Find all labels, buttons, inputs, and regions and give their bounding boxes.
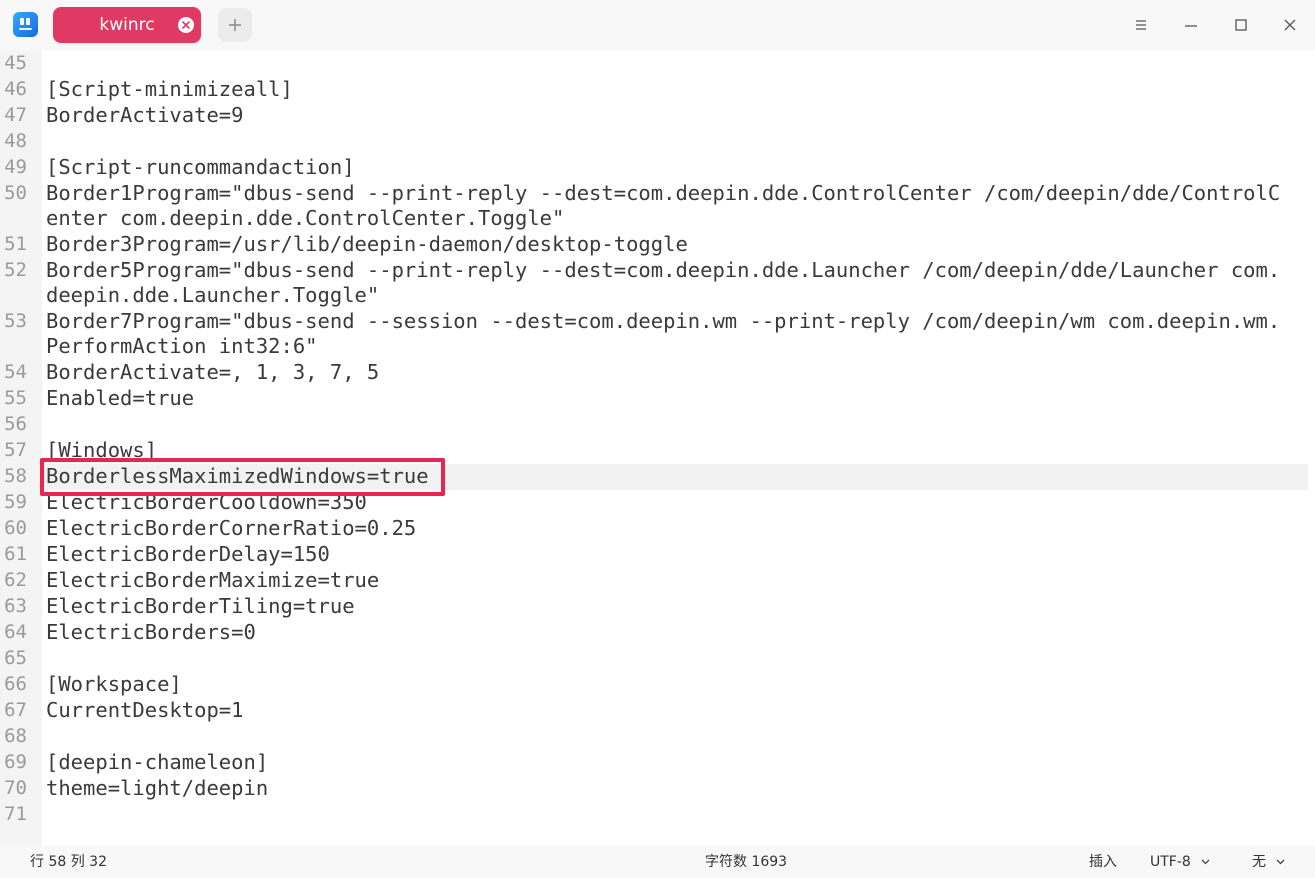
maximize-button[interactable]: [1226, 10, 1256, 40]
code-line[interactable]: Border1Program="dbus-send --print-reply …: [46, 180, 1280, 206]
code-line[interactable]: ElectricBorderDelay=150: [46, 541, 330, 567]
line-number: 54: [4, 361, 27, 383]
close-window-button[interactable]: [1275, 10, 1305, 40]
code-line[interactable]: Border7Program="dbus-send --session --de…: [46, 308, 1280, 334]
code-line[interactable]: Enabled=true: [46, 385, 194, 411]
line-number: 49: [4, 156, 27, 178]
minimize-button[interactable]: [1176, 10, 1206, 40]
encoding-label: UTF-8: [1150, 854, 1191, 870]
code-line[interactable]: ElectricBorderCornerRatio=0.25: [46, 515, 416, 541]
maximize-icon: [1235, 19, 1247, 31]
plus-icon: [229, 19, 241, 31]
text-editor-icon: [13, 12, 38, 37]
line-number: 47: [4, 104, 27, 126]
code-line[interactable]: theme=light/deepin: [46, 775, 268, 801]
line-number: 63: [4, 595, 27, 617]
highlight-mode-label: 无: [1252, 854, 1266, 870]
character-count: 字符数 1693: [705, 854, 788, 870]
new-tab-button[interactable]: [218, 8, 252, 42]
code-line[interactable]: Border5Program="dbus-send --print-reply …: [46, 257, 1280, 283]
code-line[interactable]: ElectricBorders=0: [46, 619, 256, 645]
code-line[interactable]: [deepin-chameleon]: [46, 749, 268, 775]
close-icon: [1284, 19, 1296, 31]
code-line[interactable]: [Workspace]: [46, 671, 182, 697]
highlight-mode-selector[interactable]: 无: [1252, 846, 1285, 878]
line-number: 51: [4, 233, 27, 255]
code-line-wrap[interactable]: PerformAction int32:6": [46, 333, 318, 359]
code-line[interactable]: ElectricBorderTiling=true: [46, 593, 355, 619]
close-circle-icon[interactable]: [178, 17, 194, 33]
line-number: 53: [4, 310, 27, 332]
line-number: 48: [4, 130, 27, 152]
line-number: 50: [4, 182, 27, 204]
annotation-highlight-box: [40, 458, 445, 496]
code-line[interactable]: ElectricBorderMaximize=true: [46, 567, 379, 593]
code-line[interactable]: CurrentDesktop=1: [46, 697, 243, 723]
insert-mode-toggle[interactable]: 插入: [1089, 846, 1117, 878]
code-line[interactable]: BorderActivate=9: [46, 102, 243, 128]
main-menu-button[interactable]: [1126, 10, 1156, 40]
title-bar: kwinrc: [0, 0, 1315, 50]
line-number: 46: [4, 78, 27, 100]
line-number: 56: [4, 413, 27, 435]
chevron-down-icon: [1276, 859, 1285, 865]
cursor-position: 行 58 列 32: [30, 854, 107, 870]
code-line-wrap[interactable]: enter com.deepin.dde.ControlCenter.Toggl…: [46, 205, 564, 231]
code-line-wrap[interactable]: deepin.dde.Launcher.Toggle": [46, 282, 379, 308]
hamburger-menu-icon: [1136, 20, 1146, 30]
line-number: 60: [4, 517, 27, 539]
line-number: 69: [4, 751, 27, 773]
text-editor-area[interactable]: 45 46 47 48 49 50 51 52 53 54 55 56 57 5…: [0, 50, 1315, 846]
line-number: 58: [4, 465, 27, 487]
status-bar: 行 58 列 32 字符数 1693 插入 UTF-8 无: [0, 846, 1315, 878]
line-number: 71: [4, 803, 27, 825]
encoding-selector[interactable]: UTF-8: [1150, 846, 1210, 878]
line-number: 64: [4, 621, 27, 643]
code-line[interactable]: BorderActivate=, 1, 3, 7, 5: [46, 359, 379, 385]
minimize-icon: [1185, 25, 1197, 27]
code-line[interactable]: [Script-runcommandaction]: [46, 154, 355, 180]
line-number: 59: [4, 491, 27, 513]
line-number: 67: [4, 699, 27, 721]
chevron-down-icon: [1201, 859, 1210, 865]
line-number: 68: [4, 725, 27, 747]
line-number: 70: [4, 777, 27, 799]
code-line[interactable]: Border3Program=/usr/lib/deepin-daemon/de…: [46, 231, 688, 257]
line-number: 66: [4, 673, 27, 695]
line-number: 45: [4, 52, 27, 74]
line-number: 55: [4, 387, 27, 409]
line-number: 62: [4, 569, 27, 591]
line-number: 57: [4, 439, 27, 461]
line-number: 52: [4, 259, 27, 281]
line-number: 61: [4, 543, 27, 565]
line-number: 65: [4, 647, 27, 669]
code-line[interactable]: [Script-minimizeall]: [46, 76, 293, 102]
